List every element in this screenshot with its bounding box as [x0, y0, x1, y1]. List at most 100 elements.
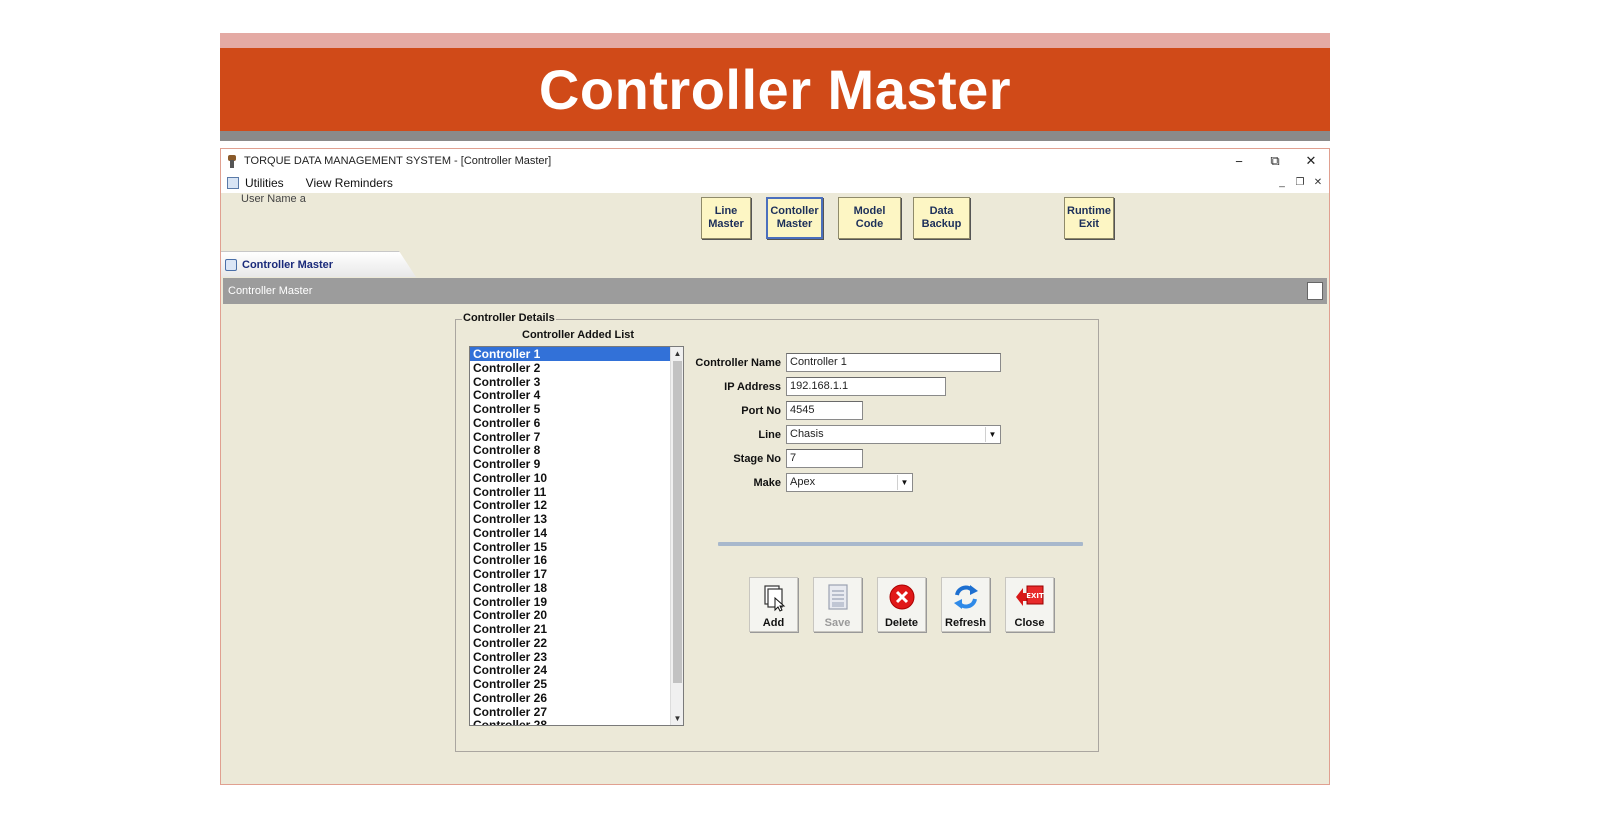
slide-title: Controller Master	[538, 58, 1012, 121]
controller-name-label: Controller Name	[695, 357, 781, 369]
user-name-value: a	[299, 193, 306, 205]
section-title: Controller Master	[228, 285, 313, 297]
list-item[interactable]: Controller 16	[470, 553, 671, 567]
list-item[interactable]: Controller 26	[470, 691, 671, 705]
list-item[interactable]: Controller 12	[470, 498, 671, 512]
list-item[interactable]: Controller 27	[470, 705, 671, 719]
list-scrollbar[interactable]: ▲ ▼	[670, 347, 683, 725]
list-item[interactable]: Controller 11	[470, 485, 671, 499]
form-divider	[718, 542, 1083, 546]
ip-address-label: IP Address	[724, 381, 781, 393]
delete-icon	[887, 582, 917, 612]
user-name-label: User Name	[241, 193, 297, 205]
banner-bottom-stripe	[220, 131, 1330, 141]
list-item[interactable]: Controller 24	[470, 663, 671, 677]
list-item[interactable]: Controller 7	[470, 430, 671, 444]
list-title: Controller Added List	[522, 329, 635, 341]
menu-view-reminders[interactable]: View Reminders	[306, 176, 393, 190]
window-menu-icon[interactable]	[227, 177, 239, 189]
stage-no-label: Stage No	[733, 453, 781, 465]
add-button-label: Add	[762, 617, 785, 629]
model-code-button[interactable]: Model Code	[838, 197, 901, 239]
refresh-icon	[951, 582, 981, 612]
list-item[interactable]: Controller 18	[470, 581, 671, 595]
delete-button[interactable]: Delete	[877, 577, 926, 632]
list-item[interactable]: Controller 15	[470, 540, 671, 554]
chevron-down-icon[interactable]: ▼	[985, 427, 999, 442]
list-item[interactable]: Controller 4	[470, 388, 671, 402]
menu-utilities[interactable]: Utilities	[245, 176, 284, 190]
tab-form-icon	[225, 258, 237, 271]
list-item[interactable]: Controller 2	[470, 361, 671, 375]
slide-banner: Controller Master	[220, 48, 1330, 131]
list-item[interactable]: Controller 6	[470, 416, 671, 430]
line-select-value: Chasis	[790, 428, 824, 440]
group-legend: Controller Details	[462, 312, 556, 324]
add-button[interactable]: Add	[749, 577, 798, 632]
section-header: Controller Master	[223, 278, 1327, 304]
list-item[interactable]: Controller 25	[470, 677, 671, 691]
refresh-button[interactable]: Refresh	[941, 577, 990, 632]
list-item[interactable]: Controller 13	[470, 512, 671, 526]
list-item[interactable]: Controller 10	[470, 471, 671, 485]
list-item[interactable]: Controller 5	[470, 402, 671, 416]
controller-list[interactable]: Controller 1 Controller 2 Controller 3 Cont…	[469, 346, 684, 726]
delete-button-label: Delete	[884, 617, 919, 629]
list-item[interactable]: Controller 17	[470, 567, 671, 581]
list-item[interactable]: Controller 14	[470, 526, 671, 540]
list-item[interactable]: Controller 20	[470, 608, 671, 622]
window-title: TORQUE DATA MANAGEMENT SYSTEM - [Control…	[244, 155, 552, 167]
line-master-button[interactable]: Line Master	[701, 197, 751, 239]
mdi-restore-button[interactable]: ❐	[1293, 175, 1307, 189]
list-item[interactable]: Controller 1	[470, 347, 671, 361]
make-select-value: Apex	[790, 476, 816, 488]
scroll-down-icon[interactable]: ▼	[671, 712, 683, 725]
refresh-button-label: Refresh	[945, 617, 986, 629]
make-label: Make	[753, 477, 781, 489]
mdi-close-button[interactable]: ✕	[1311, 175, 1325, 189]
runtime-exit-button[interactable]: Runtime Exit	[1064, 197, 1114, 239]
make-select[interactable]: Apex ▼	[786, 473, 913, 492]
exit-icon: EXIT	[1015, 582, 1045, 612]
list-item[interactable]: Controller 28	[470, 718, 671, 725]
list-item[interactable]: Controller 3	[470, 375, 671, 389]
controller-name-input[interactable]: Controller 1	[786, 353, 1001, 372]
ip-address-input[interactable]: 192.168.1.1	[786, 377, 946, 396]
list-item[interactable]: Controller 19	[470, 595, 671, 609]
tab-controller-master[interactable]: Controller Master	[221, 251, 416, 277]
mdi-controls: _ ❐ ✕	[1275, 175, 1325, 189]
save-icon	[823, 582, 853, 612]
controller-details-group: Controller Details Controller Added List…	[455, 312, 1099, 752]
list-item[interactable]: Controller 21	[470, 622, 671, 636]
line-label: Line	[758, 429, 781, 441]
document-icon[interactable]	[1307, 282, 1323, 300]
port-no-label: Port No	[741, 405, 781, 417]
stage-no-input[interactable]: 7	[786, 449, 863, 468]
minimize-button[interactable]: −	[1221, 149, 1257, 173]
controller-list-items: Controller 1 Controller 2 Controller 3 Cont…	[470, 347, 671, 725]
line-select[interactable]: Chasis ▼	[786, 425, 1001, 444]
close-button[interactable]: ✕	[1293, 149, 1329, 173]
user-name-display: User Name a	[241, 193, 306, 205]
mdi-minimize-button[interactable]: _	[1275, 175, 1289, 189]
app-window: TORQUE DATA MANAGEMENT SYSTEM - [Control…	[220, 148, 1330, 785]
menu-bar: Utilities View Reminders _ ❐ ✕	[221, 173, 1329, 193]
list-item[interactable]: Controller 23	[470, 650, 671, 664]
title-bar: TORQUE DATA MANAGEMENT SYSTEM - [Control…	[221, 149, 1329, 173]
close-form-button[interactable]: EXIT Close	[1005, 577, 1054, 632]
save-button[interactable]: Save	[813, 577, 862, 632]
add-document-icon	[759, 582, 789, 612]
window-controls: − ⧉ ✕	[1221, 149, 1329, 173]
list-item[interactable]: Controller 9	[470, 457, 671, 471]
save-button-label: Save	[824, 617, 851, 629]
banner-top-stripe	[220, 33, 1330, 48]
exit-icon-text: EXIT	[1026, 592, 1044, 600]
restore-button[interactable]: ⧉	[1257, 149, 1293, 173]
list-item[interactable]: Controller 22	[470, 636, 671, 650]
data-backup-button[interactable]: Data Backup	[913, 197, 970, 239]
close-button-label: Close	[1014, 617, 1045, 629]
chevron-down-icon[interactable]: ▼	[897, 475, 911, 490]
controller-master-button[interactable]: Contoller Master	[766, 197, 823, 239]
list-item[interactable]: Controller 8	[470, 443, 671, 457]
port-no-input[interactable]: 4545	[786, 401, 863, 420]
